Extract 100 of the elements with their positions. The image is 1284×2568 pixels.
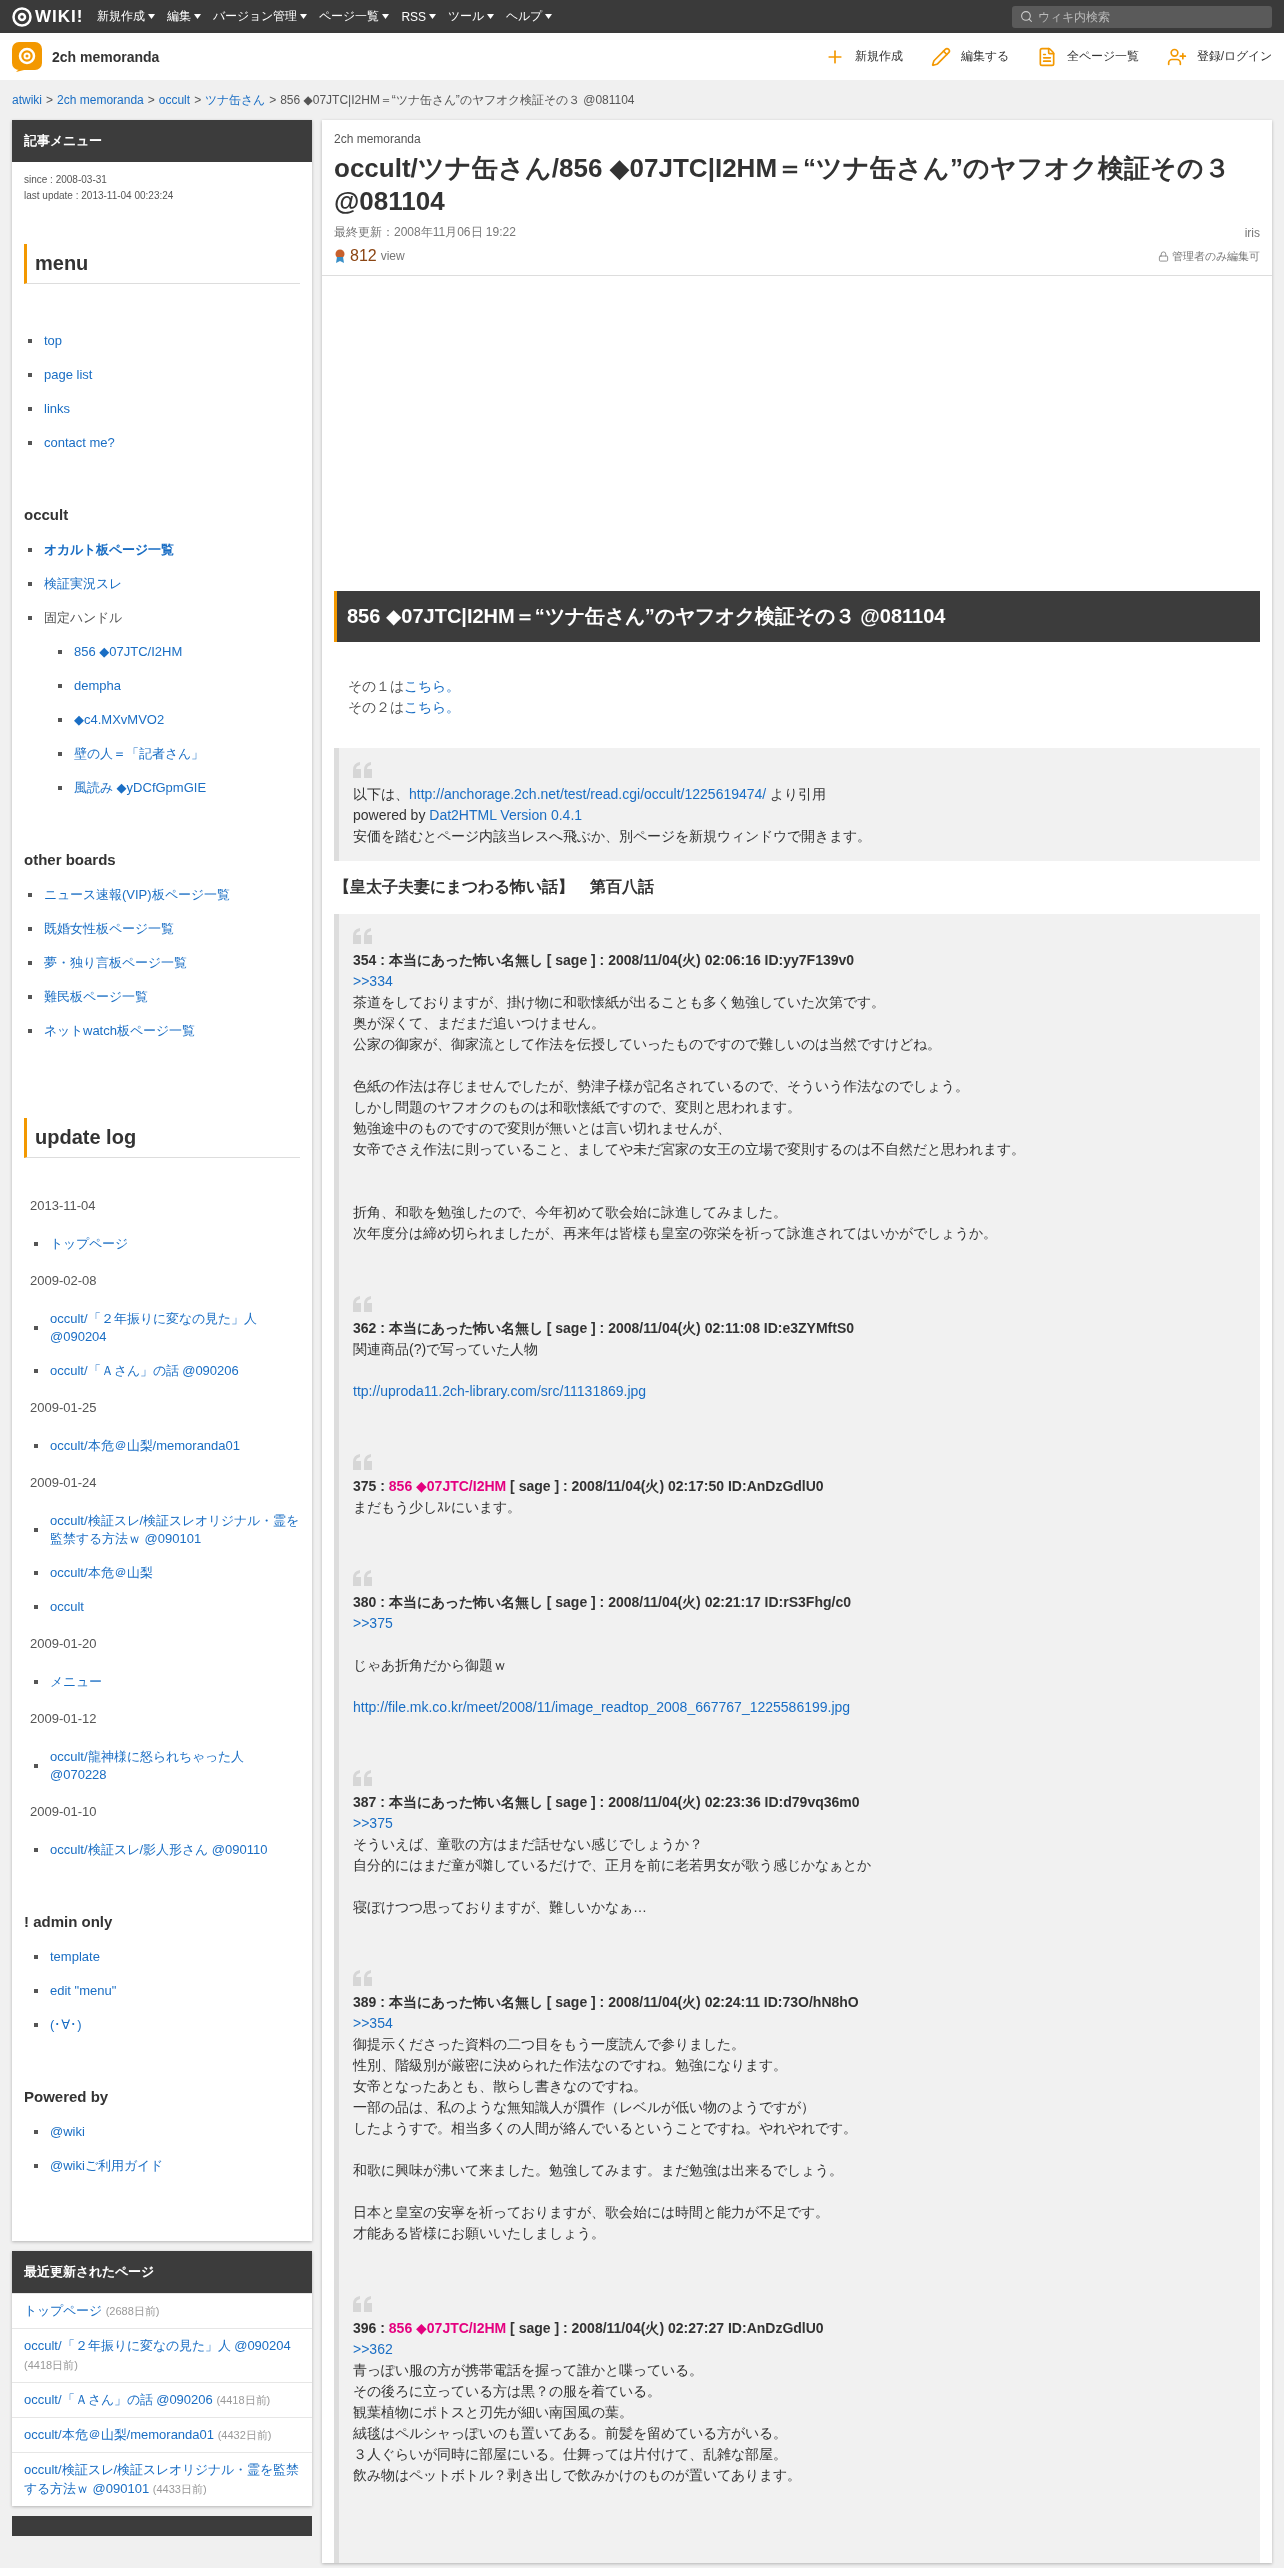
recent-item[interactable]: occult/検証スレ/検証スレオリジナル・霊を監禁する方法ｗ @090101 (4433日前): [12, 2452, 312, 2506]
post-text: 茶道をしておりますが、掛け物に和歌懐紙が出ることも多く勉強していた次第です。: [353, 993, 886, 1012]
sidebar-link[interactable]: ニュース速報(VIP)板ページ一覧: [44, 886, 230, 904]
post-header: 387 : 本当にあった怖い名無し [ sage ] : 2008/11/04(火) 02:23:36 ID:d79vq36m0: [353, 1793, 861, 1812]
sidebar-link[interactable]: @wiki: [50, 2123, 85, 2141]
link[interactable]: http://anchorage.2ch.net/test/read.cgi/occult/1225619474/: [409, 786, 767, 802]
menu-item[interactable]: バージョン管理: [213, 8, 308, 25]
sidebar-link[interactable]: occult/検証スレ/検証スレオリジナル・霊を監禁する方法ｗ @090101: [50, 1512, 300, 1548]
sidebar-link[interactable]: 夢・独り言板ページ一覧: [44, 954, 187, 972]
section-subheading: Powered by: [24, 2088, 110, 2105]
quote-icon: [353, 928, 373, 944]
search-field[interactable]: ウィキ内検索: [1012, 5, 1272, 28]
sidebar-link[interactable]: occult: [50, 1598, 84, 1616]
post-link[interactable]: >>354: [353, 2015, 393, 2031]
post-link[interactable]: ttp://uproda11.2ch-library.com/src/11131869.jpg: [353, 1383, 647, 1399]
caret-icon: [300, 14, 308, 19]
post-link[interactable]: >>375: [353, 1615, 393, 1631]
quote-icon: [353, 762, 373, 778]
menu-item[interactable]: ツール: [448, 8, 495, 25]
post-text: 観葉植物にポトスと刃先が細い南国風の葉。: [353, 2403, 634, 2422]
post-text: 勉強途中のものですので変則が無いとは言い切れませんが、: [353, 1119, 732, 1138]
sidebar-link[interactable]: occult/本危＠山梨/memoranda01: [50, 1437, 240, 1455]
bullet-icon: [34, 2164, 38, 2168]
log-date: 2009-01-20: [30, 1636, 98, 1651]
bullet-icon: [34, 1444, 38, 1448]
sidebar-link[interactable]: 壁の人＝「記者さん」: [74, 745, 204, 763]
bullet-icon: [58, 684, 62, 688]
link[interactable]: こちら。: [404, 678, 460, 694]
sidebar-link[interactable]: top: [44, 332, 63, 350]
sidebar-link[interactable]: links: [44, 400, 70, 418]
sidebar-link[interactable]: occult/龍神様に怒られちゃった人 @070228: [50, 1748, 300, 1784]
post-link[interactable]: >>362: [353, 2341, 393, 2357]
breadcrumb-link[interactable]: occult: [158, 93, 191, 107]
post-link[interactable]: http://file.mk.co.kr/meet/2008/11/image_readtop_2008_667767_1225586199.jpg: [353, 1699, 851, 1715]
link[interactable]: Dat2HTML Version 0.4.1: [429, 807, 583, 823]
menu-item[interactable]: 編集: [167, 8, 202, 25]
caret-icon: [148, 14, 156, 19]
sidebar-link[interactable]: occult/「Ａさん」の話 @090206: [50, 1362, 239, 1380]
bullet-icon: [58, 786, 62, 790]
header-action[interactable]: 全ページ一覧: [1036, 46, 1139, 67]
post-text: ３人ぐらいが同時に部屋にいる。仕舞っては片付けて、乱雑な部屋。: [353, 2445, 788, 2464]
sidebar-link[interactable]: ネットwatch板ページ一覧: [44, 1022, 195, 1040]
post-header: 375 : 856 ◆07JTC/I2HM [ sage ] : 2008/11/04(火) 02:17:50 ID:AnDzGdlU0: [353, 1477, 825, 1496]
permission-note: 管理者のみ編集可: [1172, 248, 1260, 264]
sidebar-link[interactable]: 856 ◆07JTC/I2HM: [74, 643, 183, 661]
quote-icon: [353, 2296, 373, 2312]
sidebar-link[interactable]: page list: [44, 366, 93, 384]
breadcrumb-link[interactable]: atwiki: [12, 93, 42, 107]
menu-item[interactable]: ページ一覧: [319, 8, 390, 25]
bullet-icon: [28, 616, 32, 620]
sidebar-link[interactable]: (･∀･): [50, 2016, 82, 2034]
recent-item[interactable]: occult/「Ａさん」の話 @090206 (4418日前): [12, 2382, 312, 2417]
sidebar-link[interactable]: @wikiご利用ガイド: [50, 2157, 163, 2175]
recent-item[interactable]: occult/「２年振りに変なの見た」人 @090204 (4418日前): [12, 2328, 312, 2382]
sidebar-link[interactable]: オカルト板ページ一覧: [44, 541, 174, 559]
sidebar-link[interactable]: 風読み ◆yDCfGpmGIE: [74, 779, 207, 797]
sidebar-link[interactable]: トップページ: [50, 1235, 128, 1253]
bullet-icon: [58, 650, 62, 654]
bullet-icon: [34, 1848, 38, 1852]
post-text: 色紙の作法は存じませんでしたが、勢津子様が記名されているので、そういう作法なのでしょう。: [353, 1077, 970, 1096]
breadcrumb-link[interactable]: ツナ缶さん: [205, 91, 266, 109]
header-action[interactable]: 登録/ログイン: [1166, 46, 1272, 67]
caret-icon: [545, 14, 553, 19]
sidebar-link[interactable]: occult/「２年振りに変なの見た」人 @090204: [50, 1310, 300, 1346]
header-action[interactable]: 編集する: [930, 46, 1009, 67]
sidebar-link[interactable]: メニュー: [50, 1673, 102, 1691]
breadcrumb-link[interactable]: 2ch memoranda: [57, 93, 144, 107]
header-action[interactable]: 新規作成: [824, 46, 903, 67]
sidebar-link[interactable]: ◆c4.MXvMVO2: [74, 711, 165, 729]
panel-header: 最近更新されたページ: [12, 2251, 312, 2293]
site-logo-icon: [12, 41, 42, 72]
quote-icon: [353, 1770, 373, 1786]
post-text: 御提示くださった資料の二つ目をもう一度読んで参りました。: [353, 2035, 746, 2054]
sidebar-link[interactable]: 難民板ページ一覧: [44, 988, 148, 1006]
sidebar-link[interactable]: template: [50, 1948, 100, 1966]
wiki-logo[interactable]: WIKI!: [12, 6, 84, 27]
sidebar-link[interactable]: occult/本危＠山梨: [50, 1564, 153, 1582]
bullet-icon: [34, 2130, 38, 2134]
post-text: 女帝となったあとも、散らし書きなのですね。: [353, 2077, 648, 2096]
sidebar-link[interactable]: occult/検証スレ/影人形さん @090110: [50, 1841, 268, 1859]
post-link[interactable]: >>334: [353, 973, 393, 989]
menu-item[interactable]: RSS: [401, 9, 437, 24]
menu-item[interactable]: ヘルプ: [506, 8, 553, 25]
link[interactable]: こちら。: [404, 699, 460, 715]
post-header: 354 : 本当にあった怖い名無し [ sage ] : 2008/11/04(火) 02:06:16 ID:yy7F139v0: [353, 951, 856, 970]
log-date: 2013-11-04: [30, 1198, 97, 1213]
sidebar-link[interactable]: edit "menu": [50, 1982, 117, 2000]
sidebar-link[interactable]: 既婚女性板ページ一覧: [44, 920, 174, 938]
post-link[interactable]: >>375: [353, 1815, 393, 1831]
post-text: 折角、和歌を勉強したので、今年初めて歌会始に詠進してみました。: [353, 1203, 788, 1222]
sidebar-link[interactable]: 検証実況スレ: [44, 575, 122, 593]
sidebar-link[interactable]: contact me?: [44, 434, 115, 452]
site-name[interactable]: 2ch memoranda: [52, 48, 160, 65]
recent-item[interactable]: トップページ (2688日前): [12, 2293, 312, 2328]
recent-item[interactable]: occult/本危＠山梨/memoranda01 (4432日前): [12, 2417, 312, 2452]
post-text: じゃあ折角だから御題ｗ: [353, 1656, 508, 1675]
sidebar-link[interactable]: dempha: [74, 677, 121, 695]
bullet-icon: [34, 1680, 38, 1684]
menu-item[interactable]: 新規作成: [97, 8, 156, 25]
section-title: 856 ◆07JTC|I2HM＝“ツナ缶さん”のヤフオク検証その３ @081104: [334, 591, 1260, 642]
